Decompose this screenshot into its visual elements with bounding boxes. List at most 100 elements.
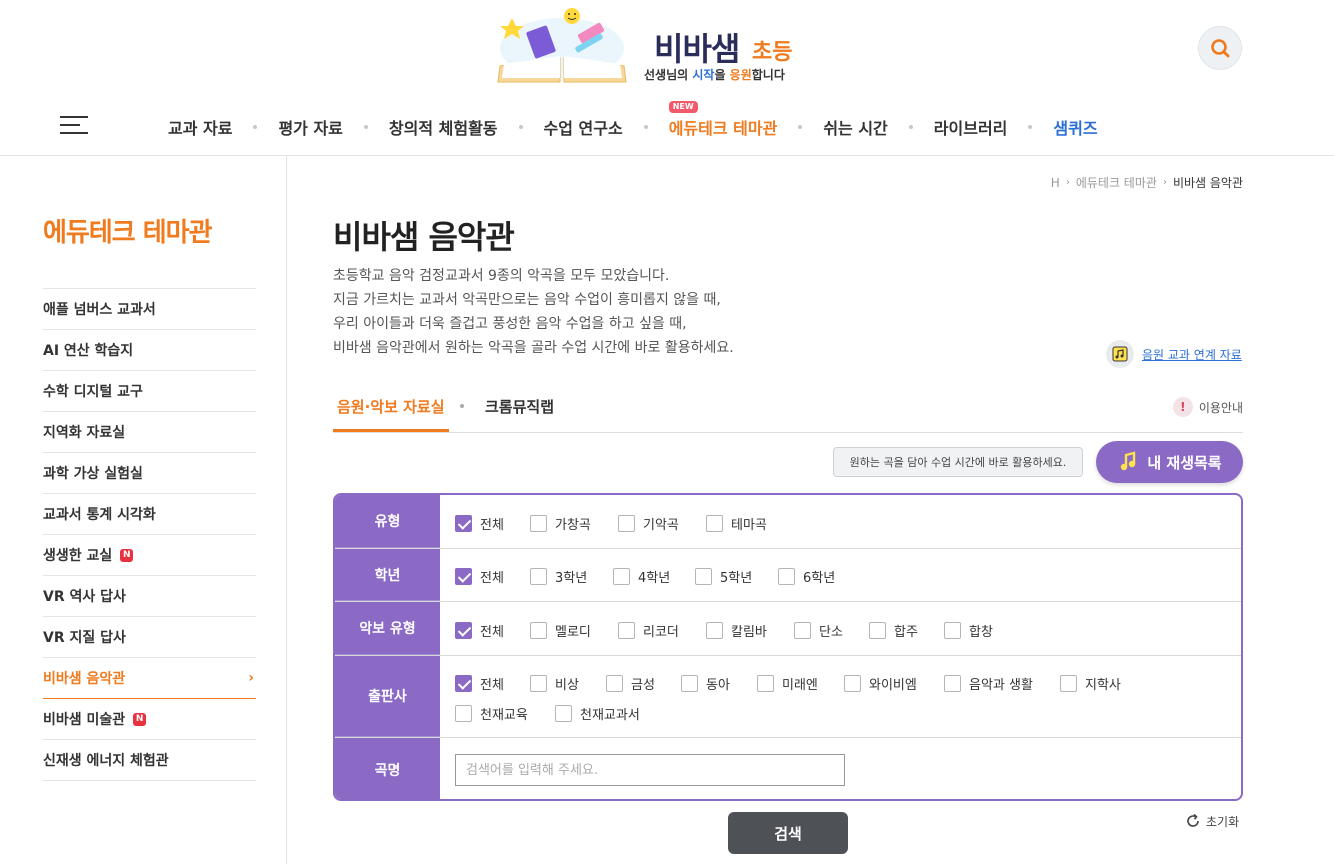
grade-option-5[interactable]: 5학년: [695, 567, 752, 586]
breadcrumb-current: 비바샘 음악관: [1172, 176, 1243, 190]
sidebar-item-vr-history[interactable]: VR 역사 답사: [43, 576, 256, 617]
nav-separator: [1028, 125, 1033, 129]
breadcrumb-home[interactable]: H: [1051, 176, 1060, 190]
type-option-all[interactable]: 전체: [455, 514, 504, 533]
publisher-option-chunjae-textbook[interactable]: 천재교과서: [555, 704, 640, 723]
search-icon: [1211, 39, 1230, 58]
curriculum-link[interactable]: 음원 교과 연계 자료: [1106, 340, 1242, 368]
nav-library[interactable]: 라이브러리: [934, 115, 1008, 139]
checkbox-checked[interactable]: [455, 515, 472, 532]
checkbox[interactable]: [757, 675, 774, 692]
checkbox[interactable]: [530, 675, 547, 692]
checkbox[interactable]: [530, 515, 547, 532]
grade-option-4[interactable]: 4학년: [613, 567, 670, 586]
my-playlist-label: 내 재생목록: [1147, 453, 1222, 472]
checkbox[interactable]: [1060, 675, 1077, 692]
sidebar-item-vr-geology[interactable]: VR 지질 답사: [43, 617, 256, 658]
breadcrumb-level1[interactable]: 에듀테크 테마관: [1076, 174, 1157, 191]
new-n-badge: N: [120, 548, 134, 562]
filter-row-type: 유형 전체 가창곡 기악곡 테마곡: [335, 495, 1241, 549]
nav-separator: [363, 125, 368, 129]
checkbox[interactable]: [613, 568, 630, 585]
sidebar-item-local-materials[interactable]: 지역화 자료실: [43, 412, 256, 453]
publisher-option-music-life[interactable]: 음악과 생활: [944, 674, 1033, 693]
nav-ssam-quiz[interactable]: 샘퀴즈: [1053, 115, 1097, 139]
checkbox[interactable]: [844, 675, 861, 692]
exclamation-icon: !: [1172, 397, 1193, 417]
type-option-theme[interactable]: 테마곡: [706, 514, 767, 533]
nav-separator: [253, 125, 258, 129]
publisher-option-ybm[interactable]: 와이비엠: [844, 674, 917, 693]
song-title-search-input[interactable]: [455, 754, 845, 786]
description-line: 비바샘 음악관에서 원하는 악곡을 골라 수업 시간에 바로 활용하세요.: [333, 340, 734, 356]
checkbox[interactable]: [706, 622, 723, 639]
publisher-option-jihak[interactable]: 지학사: [1060, 674, 1121, 693]
sidebar-item-science-lab[interactable]: 과학 가상 실험실: [43, 453, 256, 494]
publisher-option-kumsung[interactable]: 금성: [606, 674, 655, 693]
menu-toggle-icon[interactable]: [60, 116, 88, 136]
page-description: 초등학교 음악 검정교과서 9종의 악곡을 모두 모았습니다. 지금 가르치는 …: [333, 264, 734, 360]
score-option-recorder[interactable]: 리코더: [618, 621, 679, 640]
sidebar-item-apple-numbers[interactable]: 애플 넘버스 교과서: [43, 289, 256, 330]
checkbox[interactable]: [455, 705, 472, 722]
publisher-option-mirae-n[interactable]: 미래엔: [757, 674, 818, 693]
nav-break-time[interactable]: 쉬는 시간: [823, 115, 887, 139]
sidebar-item-art-hall[interactable]: 비바샘 미술관 N: [43, 699, 256, 740]
checkbox[interactable]: [555, 705, 572, 722]
checkbox[interactable]: [618, 622, 635, 639]
main-navigation: 교과 자료 평가 자료 창의적 체험활동 수업 연구소 NEW 에듀테크 테마관…: [168, 101, 1098, 142]
score-option-choir[interactable]: 합창: [944, 621, 993, 640]
site-logo[interactable]: 비바샘 초등 선생님의 시작을 응원합니다: [490, 6, 820, 86]
sidebar-item-ai-calc[interactable]: AI 연산 학습지: [43, 330, 256, 371]
publisher-option-visang[interactable]: 비상: [530, 674, 579, 693]
sidebar-item-vivid-classroom[interactable]: 생생한 교실 N: [43, 535, 256, 576]
checkbox[interactable]: [778, 568, 795, 585]
type-option-vocal[interactable]: 가창곡: [530, 514, 591, 533]
checkbox[interactable]: [695, 568, 712, 585]
sidebar-item-stats-viz[interactable]: 교과서 통계 시각화: [43, 494, 256, 535]
my-playlist-button[interactable]: 내 재생목록: [1096, 441, 1243, 483]
grade-option-all[interactable]: 전체: [455, 567, 504, 586]
checkbox[interactable]: [944, 675, 961, 692]
checkbox[interactable]: [869, 622, 886, 639]
checkbox-checked[interactable]: [455, 622, 472, 639]
checkbox[interactable]: [530, 568, 547, 585]
score-option-ensemble[interactable]: 합주: [869, 621, 918, 640]
score-option-kalimba[interactable]: 칼림바: [706, 621, 767, 640]
checkbox[interactable]: [681, 675, 698, 692]
publisher-option-chunjae-edu[interactable]: 천재교육: [455, 704, 528, 723]
search-button[interactable]: 검색: [728, 812, 848, 854]
tab-audio-score-library[interactable]: 음원·악보 자료실: [333, 396, 449, 432]
usage-guide-label: 이용안내: [1198, 400, 1243, 415]
nav-subject-materials[interactable]: 교과 자료: [168, 115, 232, 139]
reset-button[interactable]: 초기화: [1184, 812, 1239, 830]
score-option-all[interactable]: 전체: [455, 621, 504, 640]
nav-creative-activities[interactable]: 창의적 체험활동: [389, 115, 498, 139]
score-option-danso[interactable]: 단소: [794, 621, 843, 640]
tab-chrome-music-lab[interactable]: 크롬뮤직랩: [485, 396, 554, 417]
checkbox[interactable]: [618, 515, 635, 532]
checkbox-checked[interactable]: [455, 675, 472, 692]
checkbox[interactable]: [794, 622, 811, 639]
nav-edutech-theme[interactable]: NEW 에듀테크 테마관: [668, 101, 777, 139]
checkbox[interactable]: [530, 622, 547, 639]
publisher-option-all[interactable]: 전체: [455, 674, 504, 693]
checkbox[interactable]: [944, 622, 961, 639]
type-option-instrumental[interactable]: 기악곡: [618, 514, 679, 533]
checkbox[interactable]: [606, 675, 623, 692]
checkbox-checked[interactable]: [455, 568, 472, 585]
checkbox[interactable]: [706, 515, 723, 532]
grade-option-3[interactable]: 3학년: [530, 567, 587, 586]
filter-label-type: 유형: [335, 495, 440, 548]
nav-class-lab[interactable]: 수업 연구소: [544, 115, 623, 139]
header-search-button[interactable]: [1198, 26, 1242, 70]
sidebar-item-math-tools[interactable]: 수학 디지털 교구: [43, 371, 256, 412]
filter-row-grade: 학년 전체 3학년 4학년 5학년 6학년: [335, 549, 1241, 602]
grade-option-6[interactable]: 6학년: [778, 567, 835, 586]
sidebar-item-renewable-energy[interactable]: 신재생 에너지 체험관: [43, 740, 256, 781]
usage-guide-link[interactable]: ! 이용안내: [1172, 397, 1243, 417]
publisher-option-donga[interactable]: 동아: [681, 674, 730, 693]
sidebar-item-music-hall[interactable]: 비바샘 음악관 ›: [43, 658, 256, 699]
score-option-melody[interactable]: 멜로디: [530, 621, 591, 640]
nav-assessment-materials[interactable]: 평가 자료: [278, 115, 342, 139]
